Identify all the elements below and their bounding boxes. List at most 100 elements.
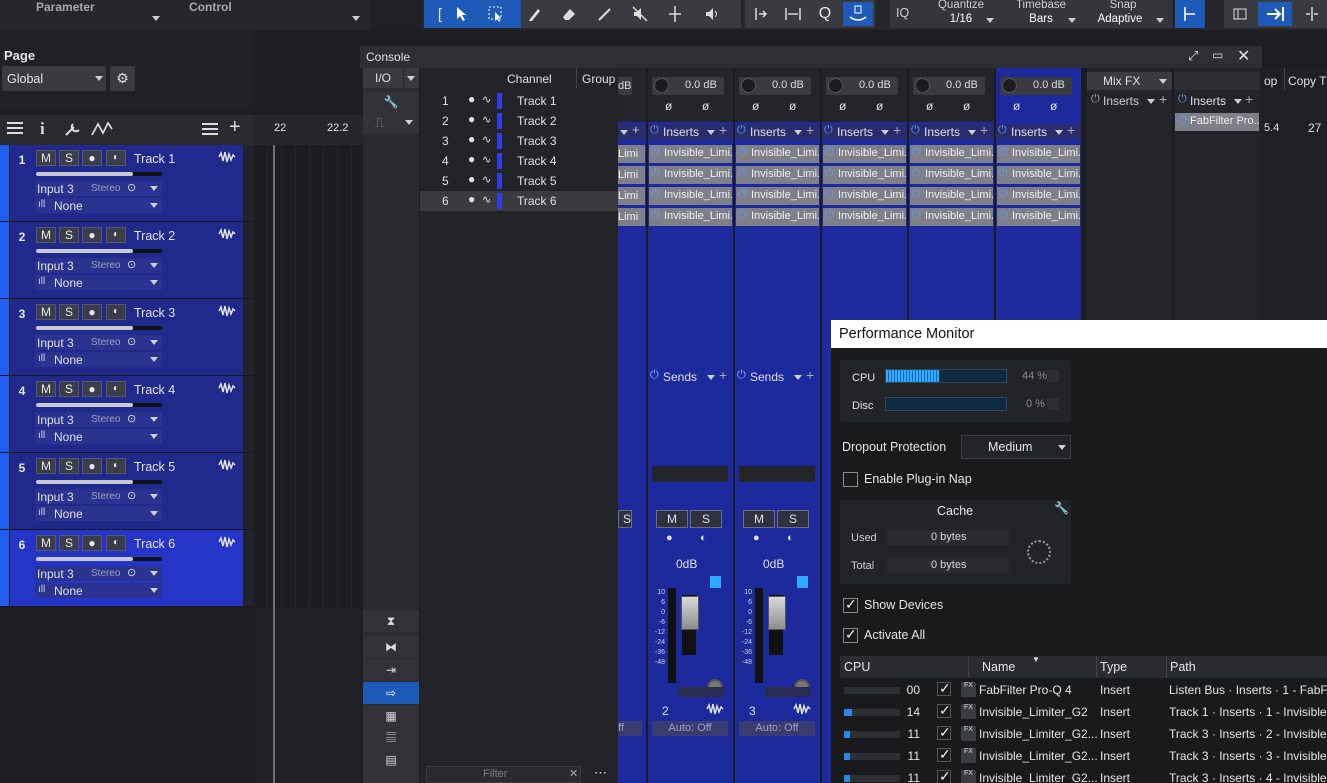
add-insert-icon[interactable]: + — [806, 122, 814, 138]
menu-icon[interactable] — [6, 121, 26, 137]
output-select[interactable]: ıll None — [35, 583, 162, 598]
visibility-dot-icon[interactable]: ● — [468, 92, 475, 106]
monitor-icon[interactable]: ◐ — [700, 532, 707, 544]
solo-button[interactable]: S — [59, 535, 79, 551]
channel-row[interactable]: 3 ● ∿ Track 3 — [420, 131, 618, 151]
timebase-value[interactable]: Bars — [1010, 13, 1072, 26]
track-row[interactable]: 4 M S ● ◐ Track 4 Input 3 Stereo ⊙ ıll N… — [0, 376, 254, 453]
volume-slider[interactable] — [36, 480, 162, 484]
power-icon[interactable]: ⏻ — [738, 209, 747, 222]
pan-control[interactable] — [652, 466, 728, 482]
waveform-icon[interactable] — [218, 535, 236, 552]
pencil-tool-icon[interactable] — [521, 2, 549, 26]
volume-slider[interactable] — [36, 403, 162, 407]
volume-slider[interactable] — [36, 249, 162, 253]
visibility-dot-icon[interactable]: ● — [468, 132, 475, 146]
power-icon[interactable]: ⏻ — [999, 167, 1008, 180]
sends-header[interactable]: ⏻ Sends + — [735, 367, 820, 385]
keyboard-icon[interactable]: 𝄚 — [363, 727, 419, 749]
solo-button[interactable]: S — [777, 510, 809, 528]
insert-slot[interactable]: ⏻ Invisible_Limi... — [736, 166, 819, 184]
inspector-toggle-icon[interactable] — [1226, 2, 1254, 26]
trim-knob[interactable]: 0.0 dB — [913, 77, 985, 95]
quantize-value[interactable]: 1/16 — [936, 13, 986, 26]
insert-slot[interactable]: ⏻ Invisible_Limi... — [997, 145, 1080, 163]
insert-slot[interactable]: ⏻ Invisible_Limi... — [736, 145, 819, 163]
track-name[interactable]: Track 3 — [134, 306, 175, 320]
volume-slider[interactable] — [36, 172, 162, 176]
partial-slot[interactable]: Limi — [618, 208, 645, 226]
phase-icon[interactable]: ø — [926, 99, 933, 113]
phase-icon[interactable]: ø — [876, 99, 883, 113]
waveform-icon[interactable] — [218, 304, 236, 321]
power-icon[interactable]: ⏻ — [912, 167, 921, 180]
parameter-dropdown-icon[interactable] — [152, 16, 160, 21]
name-column-header[interactable]: Name — [982, 660, 1015, 674]
show-devices-checkbox[interactable] — [843, 596, 858, 613]
insert-slot[interactable]: ⏻ Invisible_Limi... — [736, 187, 819, 205]
solo-button[interactable]: S — [59, 458, 79, 474]
track-row[interactable]: 5 M S ● ◐ Track 5 Input 3 Stereo ⊙ ıll N… — [0, 453, 254, 530]
wrench-icon[interactable]: 🔧 — [1054, 501, 1069, 515]
io-tab[interactable]: I/O — [363, 68, 403, 88]
phase-icon[interactable]: ø — [665, 99, 672, 113]
volume-slider[interactable] — [36, 326, 162, 330]
power-icon[interactable]: ⏻ — [738, 167, 747, 180]
monitor-button[interactable]: ◐ — [106, 381, 126, 397]
phase-icon[interactable]: ø — [963, 99, 970, 113]
timeline-ruler[interactable]: 22 22.2 — [254, 115, 364, 145]
inserts-header[interactable]: ⏻ Inserts + — [996, 122, 1081, 140]
record-icon[interactable]: ● — [666, 532, 673, 544]
insert-slot[interactable]: ⏻ Invisible_Limi... — [997, 208, 1080, 226]
add-insert-icon[interactable]: + — [719, 122, 727, 138]
power-icon[interactable]: ⏻ — [824, 124, 833, 137]
control-dropdown-icon[interactable] — [352, 16, 360, 21]
cpu-column-header[interactable]: CPU — [844, 660, 870, 674]
playhead[interactable] — [273, 145, 275, 783]
mute-button[interactable]: M — [656, 510, 688, 528]
trim-knob[interactable]: 0.0 dB — [826, 77, 898, 95]
record-arm-button[interactable]: ● — [82, 304, 102, 320]
output-select[interactable]: ıll None — [35, 198, 162, 213]
add-send-icon[interactable]: + — [806, 367, 814, 383]
partial-solo[interactable]: S — [618, 510, 632, 528]
waveform-icon[interactable] — [218, 458, 236, 475]
track-row[interactable]: 1 M S ● ◐ Track 1 Input 3 Stereo ⊙ ıll N… — [0, 145, 254, 222]
track-row[interactable]: 6 M S ● ◐ Track 6 Input 3 Stereo ⊙ ıll N… — [0, 530, 254, 607]
power-icon[interactable]: ⏻ — [651, 167, 660, 180]
inserts-header[interactable]: ⏻ Inserts + — [648, 122, 733, 140]
link-toggle-icon[interactable]: ⊙ — [127, 566, 136, 579]
plugin-table-row[interactable]: 00 FX FabFilter Pro-Q 4 Insert Listen Bu… — [840, 679, 1327, 701]
mute-button[interactable]: M — [36, 227, 56, 243]
monitor-button[interactable]: ◐ — [106, 227, 126, 243]
link-toggle-icon[interactable]: ⊙ — [127, 489, 136, 502]
iq-label[interactable]: IQ — [896, 7, 909, 20]
input-select[interactable]: Input 3 Stereo ⊙ — [35, 335, 162, 350]
insert-slot[interactable]: ⏻ Invisible_Limi... — [997, 166, 1080, 184]
power-icon[interactable]: ⏻ — [825, 209, 834, 222]
plugin-active-checkbox[interactable] — [937, 746, 951, 763]
inserts-header[interactable]: ⏻ Inserts + — [735, 122, 820, 140]
track-name[interactable]: Track 2 — [134, 229, 175, 243]
insert-slot[interactable]: ⏻ Invisible_Limi... — [910, 166, 993, 184]
power-icon[interactable]: ⏻ — [651, 188, 660, 201]
detach-icon[interactable]: ▭ — [1212, 48, 1223, 62]
close-icon[interactable]: ✕ — [1237, 46, 1250, 66]
pan-control[interactable] — [739, 466, 815, 482]
output-icon[interactable]: ⇨ — [363, 682, 419, 704]
visibility-dot-icon[interactable]: ● — [468, 172, 475, 186]
snap-dropdown-icon[interactable] — [1156, 18, 1164, 23]
track-row[interactable]: 2 M S ● ◐ Track 2 Input 3 Stereo ⊙ ıll N… — [0, 222, 254, 299]
plugin-table-row[interactable]: 11 FX Invisible_Limiter_G2... Insert Tra… — [840, 745, 1327, 767]
insert-slot[interactable]: ⏻ Invisible_Limi... — [823, 166, 906, 184]
power-icon[interactable]: ⏻ — [911, 124, 920, 137]
arrange-grid[interactable] — [254, 145, 364, 607]
auto-scroll-icon[interactable] — [843, 2, 873, 26]
monitor-button[interactable]: ◐ — [106, 535, 126, 551]
mixfx-select[interactable]: Mix FX — [1087, 72, 1172, 90]
visibility-dot-icon[interactable]: ● — [468, 152, 475, 166]
channel-row[interactable]: 6 ● ∿ Track 6 — [420, 191, 618, 211]
channel-row[interactable]: 1 ● ∿ Track 1 — [420, 91, 618, 111]
add-track-icon[interactable]: + — [229, 116, 241, 139]
fader-handle[interactable] — [681, 596, 699, 630]
